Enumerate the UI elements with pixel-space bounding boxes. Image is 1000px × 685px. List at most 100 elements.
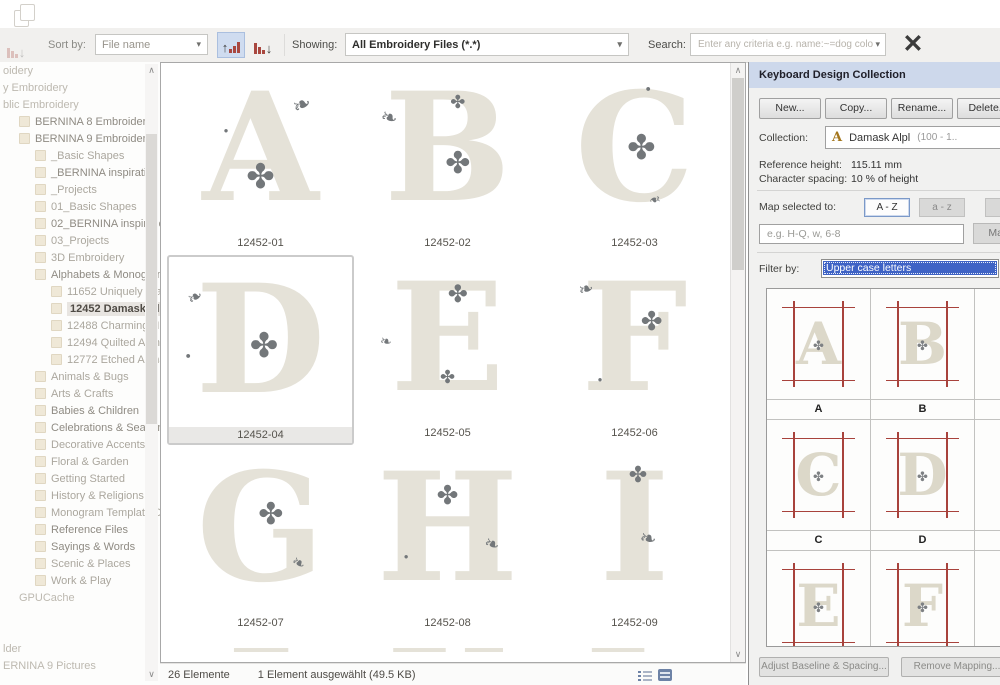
scroll-down-icon[interactable]: ∨ [731, 648, 745, 661]
design-item-12452-07[interactable]: G✤❧12452-07 [167, 445, 354, 635]
tree-item-y-embroidery[interactable]: y Embroidery [0, 79, 160, 96]
folder-icon [35, 201, 46, 212]
folder-icon [35, 439, 46, 450]
tree-item-floral-garden[interactable]: Floral & Garden [0, 453, 160, 470]
tree-item-history-religions[interactable]: History & Religions [0, 487, 160, 504]
map-button[interactable]: Map... [973, 223, 1000, 244]
scroll-up-icon[interactable]: ∧ [731, 64, 745, 77]
tree-item-work-play[interactable]: Work & Play [0, 572, 160, 589]
design-item-12452-01[interactable]: A✤❧●12452-01 [167, 65, 354, 255]
new-button[interactable]: New... [759, 98, 821, 119]
mapped-letter-cell-a[interactable]: A✤ [767, 289, 871, 399]
sidebar-scrollbar[interactable]: ∧ ∨ [145, 64, 158, 681]
design-item-12452-03[interactable]: C✤●❧12452-03 [541, 65, 728, 255]
design-label: 12452-05 [354, 425, 541, 441]
tree-item-alphabets-monograms[interactable]: Alphabets & Monograms [0, 266, 160, 283]
sort-descending-button[interactable]: ↓ [249, 32, 277, 58]
tree-item-label: Decorative Accents [51, 439, 145, 451]
rename-button[interactable]: Rename... [891, 98, 953, 119]
folder-icon [35, 473, 46, 484]
mapped-letter-cell-c[interactable]: C✤ [767, 420, 871, 530]
mapped-letter-cell-d[interactable]: D✤ [871, 420, 975, 530]
clear-search-icon[interactable]: ✕ [898, 29, 928, 59]
tree-item-02-bernina-inspiration[interactable]: 02_BERNINA inspiration [0, 215, 160, 232]
folder-tree-panel: oideryy Embroideryblic EmbroideryBERNINA… [0, 62, 160, 685]
tree-item-ernina-9-pictures[interactable]: ERNINA 9 Pictures [0, 657, 160, 674]
scroll-up-icon[interactable]: ∧ [145, 64, 158, 77]
map-lowercase-button[interactable]: a - z [919, 198, 965, 217]
design-label: 12452-02 [354, 235, 541, 251]
baseline-guide-right [842, 301, 844, 387]
tree-item-monogram-template-desi[interactable]: Monogram Template Desi [0, 504, 160, 521]
design-item-12452-08[interactable]: H✤❧●12452-08 [354, 445, 541, 635]
adjust-baseline-spacing-button[interactable]: Adjust Baseline & Spacing... [759, 657, 889, 677]
design-item-12452-09[interactable]: I✤❧12452-09 [541, 445, 728, 635]
tree-item-animals-bugs[interactable]: Animals & Bugs [0, 368, 160, 385]
tree-item-bernina-inspiration[interactable]: _BERNINA inspiration [0, 164, 160, 181]
delete-button[interactable]: Delete... [957, 98, 1000, 119]
tree-item-label: oidery [3, 65, 33, 77]
design-thumbnail: F✤❧● [549, 259, 721, 423]
sort-desc-arrow-icon: ↓ [266, 43, 273, 54]
copy-icon[interactable] [14, 4, 36, 26]
design-item-12452-02[interactable]: B✤✤❧12452-02 [354, 65, 541, 255]
tree-item-lder[interactable]: lder [0, 640, 160, 657]
tree-item-12488-charming-numb[interactable]: 12488 Charming Numb [0, 317, 160, 334]
tree-item-blic-embroidery[interactable]: blic Embroidery [0, 96, 160, 113]
tree-item-babies-children[interactable]: Babies & Children [0, 402, 160, 419]
sort-ascending-button[interactable]: ↑ [217, 32, 245, 58]
showing-dropdown[interactable]: All Embroidery Files (*.*) ▾ [345, 33, 629, 56]
tree-item-getting-started[interactable]: Getting Started [0, 470, 160, 487]
tree-item-oidery[interactable]: oidery [0, 62, 160, 79]
design-item-12452-06[interactable]: F✤❧●12452-06 [541, 255, 728, 445]
tree-item-12494-quilted-alphabe[interactable]: 12494 Quilted Alphabe [0, 334, 160, 351]
map-digits-button[interactable]: 0 - [985, 198, 1000, 217]
tree-item-03-projects[interactable]: 03_Projects [0, 232, 160, 249]
element-count: 26 Elemente [168, 669, 230, 681]
map-range-input[interactable] [765, 227, 958, 241]
tree-item-3d-embroidery[interactable]: 3D Embroidery [0, 249, 160, 266]
mapped-letter-cell-f[interactable]: F✤ [871, 551, 975, 647]
baseline-guide-right [946, 301, 948, 387]
tree-item-01-basic-shapes[interactable]: 01_Basic Shapes [0, 198, 160, 215]
detail-view-icon[interactable] [658, 669, 672, 681]
search-input[interactable] [696, 38, 875, 51]
mapped-letter-cell-e[interactable]: E✤ [767, 551, 871, 647]
tree-item-basic-shapes[interactable]: _Basic Shapes [0, 147, 160, 164]
folder-icon [35, 507, 46, 518]
mapped-letter-cell-empty [975, 289, 1000, 399]
tree-item-projects[interactable]: _Projects [0, 181, 160, 198]
scrollbar-thumb[interactable] [146, 134, 157, 424]
tree-item-11652-uniquely-plaid-l[interactable]: 11652 Uniquely Plaid L [0, 283, 160, 300]
design-label: 12452-01 [167, 235, 354, 251]
tree-item-decorative-accents[interactable]: Decorative Accents [0, 436, 160, 453]
filter-by-dropdown[interactable]: Upper case letters [821, 259, 999, 278]
tree-item-gpucache[interactable]: GPUCache [0, 589, 160, 606]
tree-item-sayings-words[interactable]: Sayings & Words [0, 538, 160, 555]
tree-item-reference-files[interactable]: Reference Files [0, 521, 160, 538]
map-uppercase-button[interactable]: A - Z [864, 198, 910, 217]
tree-item-12452-damask-alpha[interactable]: 12452 Damask Alpha [0, 300, 160, 317]
folder-icon [35, 218, 46, 229]
ornament-icon: ✤ [917, 469, 928, 485]
collection-dropdown[interactable]: A Damask Alpl (100 - 1.. [825, 126, 1000, 149]
design-item-12452-04[interactable]: D✤❧●12452-04 [167, 255, 354, 445]
letter-glyph: F [581, 263, 688, 413]
mapped-letter-cell-b[interactable]: B✤ [871, 289, 975, 399]
grid-scrollbar[interactable]: ∧ ∨ [730, 63, 745, 662]
list-view-icon[interactable] [638, 669, 652, 681]
scrollbar-thumb[interactable] [732, 78, 744, 270]
tree-item-12772-etched-alphabet[interactable]: 12772 Etched Alphabet [0, 351, 160, 368]
tree-item-bernina-9-embroidery[interactable]: BERNINA 9 Embroidery [0, 130, 160, 147]
copy-button[interactable]: Copy... [825, 98, 887, 119]
dot-ornament-icon: ● [186, 352, 191, 361]
tree-item-arts-crafts[interactable]: Arts & Crafts [0, 385, 160, 402]
sort-by-dropdown[interactable]: File name ▾ [95, 34, 208, 55]
design-item-12452-05[interactable]: E✤✤❧12452-05 [354, 255, 541, 445]
scroll-down-icon[interactable]: ∨ [145, 668, 158, 681]
tree-item-bernina-8-embroidery[interactable]: BERNINA 8 Embroidery [0, 113, 160, 130]
tree-item-celebrations-seasons[interactable]: Celebrations & Seasons [0, 419, 160, 436]
remove-mapping-button[interactable]: Remove Mapping... [901, 657, 1000, 677]
tree-item-scenic-places[interactable]: Scenic & Places [0, 555, 160, 572]
baseline-guide-left [793, 563, 795, 647]
